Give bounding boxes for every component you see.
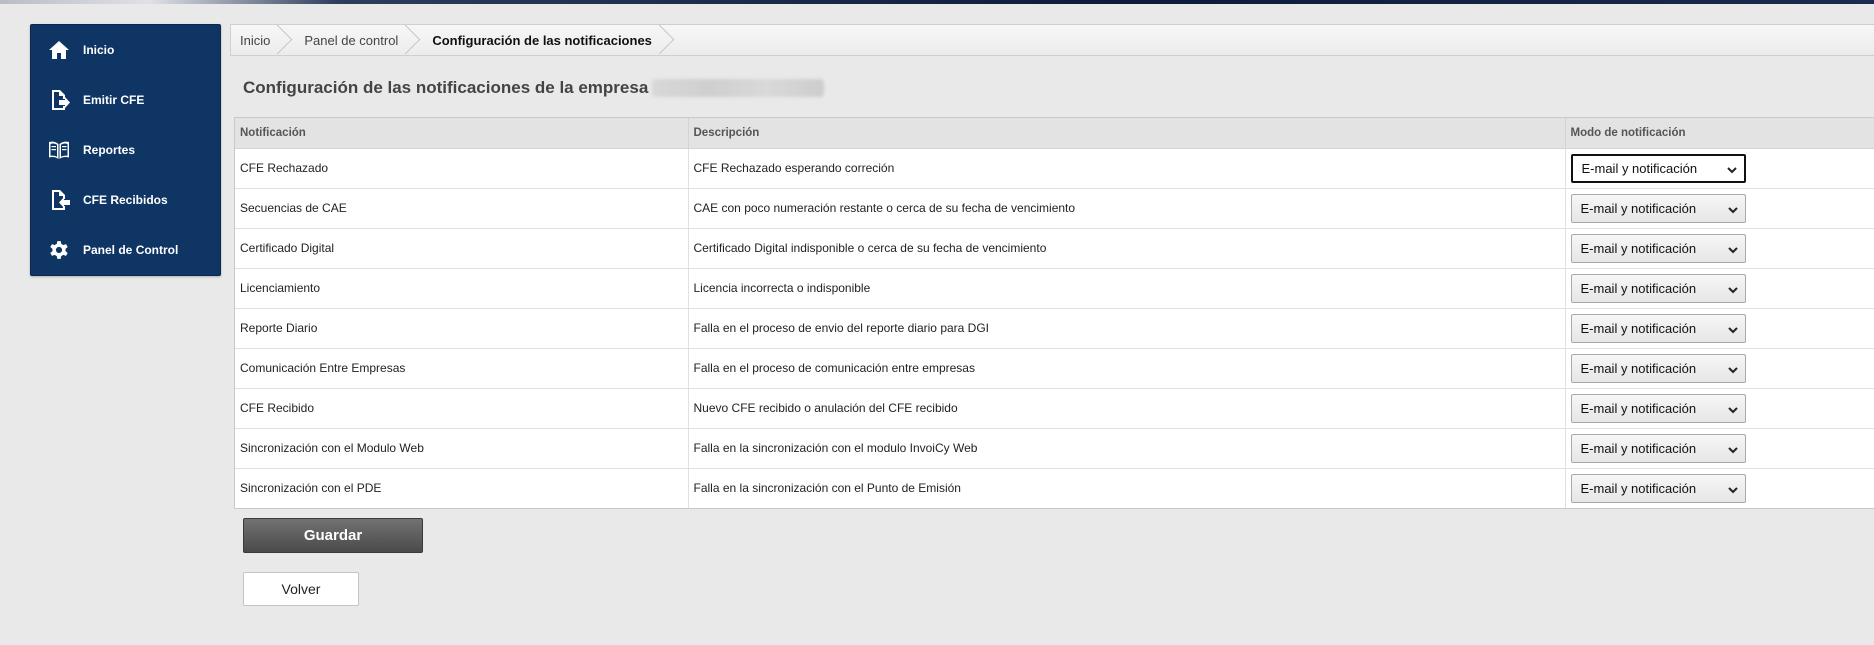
notification-mode-select[interactable]: E-mail y notificación xyxy=(1570,193,1746,223)
chevron-down-icon xyxy=(1727,243,1738,254)
breadcrumb-item-panel-de-control[interactable]: Panel de control xyxy=(284,25,412,55)
cell-modo: E-mail y notificación xyxy=(1564,187,1874,228)
cell-notificacion: Secuencias de CAE xyxy=(235,187,688,228)
cell-notificacion: Reporte Diario xyxy=(235,307,688,348)
notification-mode-select[interactable]: E-mail y notificación xyxy=(1570,473,1746,503)
breadcrumb-item-current: Configuración de las notificaciones xyxy=(412,25,666,55)
cell-modo: E-mail y notificación xyxy=(1564,427,1874,468)
cell-notificacion: Sincronización con el PDE xyxy=(235,467,688,508)
cell-modo: E-mail y notificación xyxy=(1564,227,1874,268)
cell-modo: E-mail y notificación xyxy=(1564,307,1874,348)
column-header-modo: Modo de notificación xyxy=(1564,118,1874,148)
page-title-text: Configuración de las notificaciones de l… xyxy=(243,78,649,97)
chevron-down-icon xyxy=(1727,443,1738,454)
table-row: Secuencias de CAE CAE con poco numeració… xyxy=(235,187,1874,228)
chevron-down-icon xyxy=(1727,363,1738,374)
table-row: CFE Rechazado CFE Rechazado esperando co… xyxy=(235,147,1874,188)
notification-mode-select[interactable]: E-mail y notificación xyxy=(1570,313,1746,343)
cell-descripcion: Falla en el proceso de comunicación entr… xyxy=(687,347,1565,388)
cell-descripcion: Falla en la sincronización con el Punto … xyxy=(687,467,1565,508)
cell-modo: E-mail y notificación xyxy=(1564,347,1874,388)
sidebar-item-panel-de-control[interactable]: Panel de Control xyxy=(31,225,220,275)
gear-icon xyxy=(45,236,73,264)
sidebar-item-cfe-recibidos[interactable]: CFE Recibidos xyxy=(31,175,220,225)
cell-modo: E-mail y notificación xyxy=(1564,387,1874,428)
select-value: E-mail y notificación xyxy=(1580,240,1697,256)
sidebar-item-label: CFE Recibidos xyxy=(83,193,168,207)
cell-descripcion: Certificado Digital indisponible o cerca… xyxy=(687,227,1565,268)
column-header-notificacion: Notificación xyxy=(235,118,688,148)
select-value: E-mail y notificación xyxy=(1580,320,1697,336)
table-row: Sincronización con el PDE Falla en la si… xyxy=(235,467,1874,508)
select-value: E-mail y notificación xyxy=(1580,360,1697,376)
table-header-row: Notificación Descripción Modo de notific… xyxy=(235,118,1874,148)
notification-mode-select[interactable]: E-mail y notificación xyxy=(1570,433,1746,463)
table-row: Comunicación Entre Empresas Falla en el … xyxy=(235,347,1874,388)
top-banner xyxy=(0,0,1874,4)
cell-descripcion: Licencia incorrecta o indisponible xyxy=(687,267,1565,308)
chevron-down-icon xyxy=(1727,483,1738,494)
sidebar: Inicio Emitir CFE Reportes CFE Recibidos… xyxy=(30,24,221,276)
sidebar-item-reportes[interactable]: Reportes xyxy=(31,125,220,175)
table-row: CFE Recibido Nuevo CFE recibido o anulac… xyxy=(235,387,1874,428)
select-value: E-mail y notificación xyxy=(1580,480,1697,496)
cell-notificacion: CFE Rechazado xyxy=(235,147,688,188)
table-row: Licenciamiento Licencia incorrecta o ind… xyxy=(235,267,1874,308)
notifications-table: Notificación Descripción Modo de notific… xyxy=(234,117,1874,509)
breadcrumb-item-inicio[interactable]: Inicio xyxy=(231,25,284,55)
notification-mode-select[interactable]: E-mail y notificación xyxy=(1570,393,1746,423)
chevron-down-icon xyxy=(1727,203,1738,214)
cell-descripcion: CAE con poco numeración restante o cerca… xyxy=(687,187,1565,228)
cell-modo: E-mail y notificación xyxy=(1564,147,1874,188)
cell-descripcion: CFE Rechazado esperando correción xyxy=(687,147,1565,188)
sidebar-item-label: Emitir CFE xyxy=(83,93,145,107)
notification-mode-select[interactable]: E-mail y notificación xyxy=(1570,353,1746,383)
cell-descripcion: Nuevo CFE recibido o anulación del CFE r… xyxy=(687,387,1565,428)
document-import-icon xyxy=(45,186,73,214)
sidebar-item-inicio[interactable]: Inicio xyxy=(31,25,220,75)
chevron-down-icon xyxy=(1727,403,1738,414)
select-value: E-mail y notificación xyxy=(1580,280,1697,296)
notification-mode-select[interactable]: E-mail y notificación xyxy=(1570,153,1746,183)
page-title: Configuración de las notificaciones de l… xyxy=(243,78,825,98)
sidebar-item-label: Inicio xyxy=(83,43,115,57)
select-value: E-mail y notificación xyxy=(1581,160,1698,176)
open-book-icon xyxy=(45,136,73,164)
chevron-down-icon xyxy=(1727,323,1738,334)
save-button[interactable]: Guardar xyxy=(243,518,423,553)
document-export-icon xyxy=(45,86,73,114)
select-value: E-mail y notificación xyxy=(1580,200,1697,216)
sidebar-item-emitir-cfe[interactable]: Emitir CFE xyxy=(31,75,220,125)
cell-modo: E-mail y notificación xyxy=(1564,267,1874,308)
column-header-descripcion: Descripción xyxy=(687,118,1565,148)
cell-descripcion: Falla en el proceso de envio del reporte… xyxy=(687,307,1565,348)
cell-modo: E-mail y notificación xyxy=(1564,467,1874,508)
notification-mode-select[interactable]: E-mail y notificación xyxy=(1570,233,1746,263)
cell-notificacion: Comunicación Entre Empresas xyxy=(235,347,688,388)
select-value: E-mail y notificación xyxy=(1580,400,1697,416)
back-button[interactable]: Volver xyxy=(243,572,359,606)
table-row: Certificado Digital Certificado Digital … xyxy=(235,227,1874,268)
home-icon xyxy=(45,36,73,64)
select-value: E-mail y notificación xyxy=(1580,440,1697,456)
cell-notificacion: CFE Recibido xyxy=(235,387,688,428)
chevron-down-icon xyxy=(1726,163,1737,174)
redacted-company-name xyxy=(652,79,825,97)
cell-notificacion: Licenciamiento xyxy=(235,267,688,308)
notification-mode-select[interactable]: E-mail y notificación xyxy=(1570,273,1746,303)
table-row: Sincronización con el Modulo Web Falla e… xyxy=(235,427,1874,468)
chevron-down-icon xyxy=(1727,283,1738,294)
cell-descripcion: Falla en la sincronización con el modulo… xyxy=(687,427,1565,468)
breadcrumb: Inicio Panel de control Configuración de… xyxy=(230,24,1874,56)
sidebar-item-label: Reportes xyxy=(83,143,136,157)
sidebar-item-label: Panel de Control xyxy=(83,243,179,257)
cell-notificacion: Sincronización con el Modulo Web xyxy=(235,427,688,468)
cell-notificacion: Certificado Digital xyxy=(235,227,688,268)
table-row: Reporte Diario Falla en el proceso de en… xyxy=(235,307,1874,348)
